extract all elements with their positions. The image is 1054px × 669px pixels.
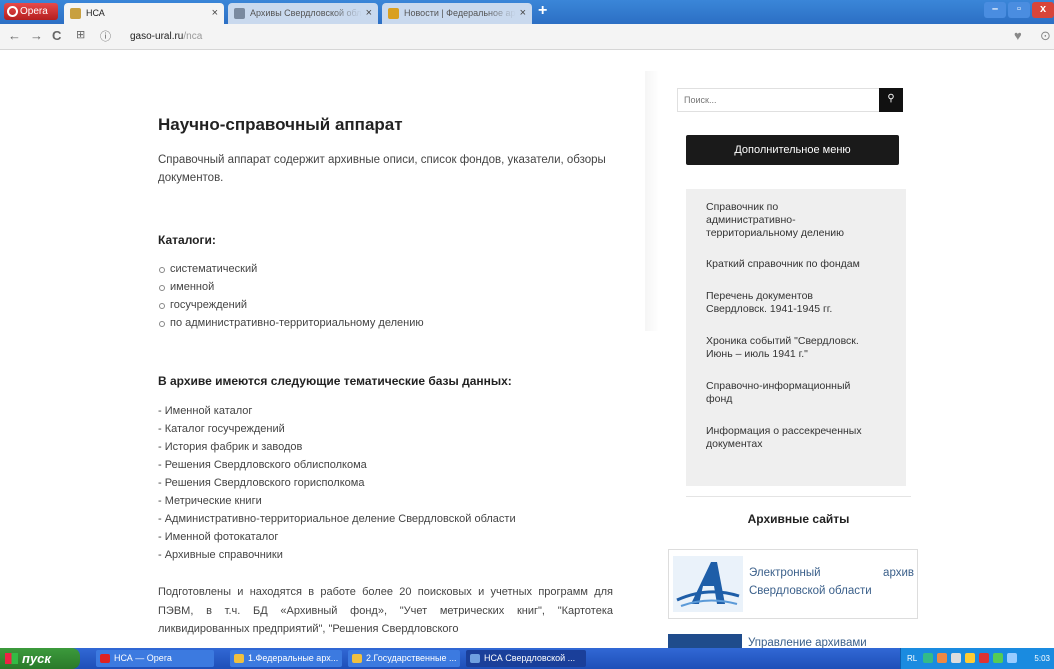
browser-tab-bar: Opera НСА × Архивы Свердловской обл × Но… [0, 0, 1054, 24]
search-button[interactable]: ⚲ [879, 88, 903, 112]
url-field[interactable]: gaso-ural.ru/nca [130, 28, 1020, 46]
taskbar-item-label: НСА — Opera [114, 653, 172, 663]
opera-menu-label: Opera [20, 6, 48, 17]
language-indicator[interactable]: RL [907, 648, 917, 669]
clock: 5:03 [1034, 654, 1050, 663]
web-page: Научно-справочный аппарат Справочный апп… [0, 51, 1054, 648]
taskbar-item-label: 2.Государственные ... [366, 653, 457, 663]
content-shadow [645, 71, 659, 331]
databases-heading: В архиве имеются следующие тематические … [158, 374, 512, 388]
catalog-item[interactable]: госучреждений [158, 296, 424, 314]
tray-app-icon[interactable] [937, 653, 947, 663]
opera-app-icon [100, 654, 110, 663]
database-item: - Именной фотокаталог [158, 531, 279, 543]
electronic-archive-logo-icon [673, 556, 743, 612]
close-tab-icon[interactable]: × [366, 3, 372, 23]
windows-logo-icon [5, 653, 18, 664]
new-tab-button[interactable]: + [538, 2, 547, 20]
archive-favicon-icon [70, 8, 81, 19]
system-tray: RL 5:03 [900, 648, 1054, 669]
sidebar-link-chronicle[interactable]: Хроника событий "Свердловск. Июнь – июль… [706, 335, 886, 361]
search-input[interactable] [677, 88, 880, 112]
sidebar-link-info-fund[interactable]: Справочно-информационный фонд [706, 380, 876, 406]
address-bar: ← → C ⊞ ⓘ gaso-ural.ru/nca ♥ ⊙ [0, 24, 1054, 50]
extra-menu-button[interactable]: Дополнительное меню [686, 135, 899, 165]
folder-icon [352, 654, 362, 663]
tab-archives-sverdlovsk[interactable]: Архивы Свердловской обл × [228, 3, 378, 24]
banner-text: Управление архивами [748, 637, 867, 648]
database-item: - Каталог госучреждений [158, 423, 285, 435]
database-item: - Решения Свердловского облисполкома [158, 459, 367, 471]
database-item: - Именной каталог [158, 405, 253, 417]
sidebar-link-funds-guide[interactable]: Краткий справочник по фондам [706, 258, 906, 271]
taskbar-item-opera[interactable]: НСА — Opera [96, 650, 214, 667]
database-item: - Метрические книги [158, 495, 262, 507]
database-item: - Архивные справочники [158, 549, 283, 561]
start-button[interactable]: пуск [0, 648, 80, 669]
minimize-button[interactable]: – [984, 2, 1006, 18]
catalogs-list: систематический именной госучреждений по… [158, 260, 424, 332]
maximize-button[interactable]: ▫ [1008, 2, 1030, 18]
tray-app-icon[interactable] [965, 653, 975, 663]
catalog-item[interactable]: именной [158, 278, 424, 296]
folder-icon [234, 654, 244, 663]
close-tab-icon[interactable]: × [520, 3, 526, 23]
network-icon[interactable] [923, 653, 933, 663]
news-favicon-icon [388, 8, 399, 19]
heart-bookmark-icon[interactable]: ♥ [1014, 28, 1022, 43]
archive-sites-heading: Архивные сайты [747, 512, 850, 526]
programs-paragraph: Подготовлены и находятся в работе более … [158, 586, 613, 635]
os-taskbar: пуск НСА — Opera 1.Федеральные арх... 2.… [0, 648, 1054, 669]
database-item: - История фабрик и заводов [158, 441, 303, 453]
databases-list: - Именной каталог - Каталог госучреждени… [158, 402, 516, 564]
catalog-item[interactable]: систематический [158, 260, 424, 278]
page-favicon-icon [234, 8, 245, 19]
start-label: пуск [22, 651, 51, 666]
tab-title: НСА [86, 8, 105, 18]
sidebar-divider [686, 496, 911, 497]
page-title: Научно-справочный аппарат [158, 115, 403, 134]
tray-app-icon[interactable] [993, 653, 1003, 663]
sidebar-link-admin-division[interactable]: Справочник по административно-территориа… [706, 201, 856, 240]
database-item: - Административно-территориальное делени… [158, 513, 516, 525]
tab-news-federal[interactable]: Новости | Федеральное ар × [382, 3, 532, 24]
close-tab-icon[interactable]: × [212, 3, 218, 23]
catalogs-heading: Каталоги: [158, 233, 216, 247]
antivirus-icon[interactable] [979, 653, 989, 663]
close-window-button[interactable]: x [1032, 2, 1054, 18]
taskbar-item-label: НСА Свердловской ... [484, 653, 576, 663]
reload-icon[interactable]: C [52, 28, 61, 43]
archives-management-banner[interactable]: Управление архивами [668, 631, 918, 648]
site-info-icon[interactable]: ⓘ [100, 28, 111, 44]
electronic-archive-banner[interactable]: Электронный архив Свердловской области [668, 549, 918, 619]
sidebar-link-documents-1941[interactable]: Перечень документов Свердловск. 1941-194… [706, 290, 856, 316]
opera-logo-icon [7, 6, 18, 17]
speed-dial-grid-icon[interactable]: ⊞ [76, 28, 85, 41]
url-path: /nca [183, 31, 203, 42]
taskbar-item-label: 1.Федеральные арх... [248, 653, 339, 663]
forward-arrow-icon[interactable]: → [30, 28, 43, 43]
taskbar-item-folder-2[interactable]: 2.Государственные ... [348, 650, 460, 667]
intro-text: Справочный аппарат содержит архивные опи… [158, 154, 606, 184]
sidebar-links-panel: Справочник по административно-территориа… [686, 189, 906, 486]
document-app-icon [470, 654, 480, 663]
search-icon: ⚲ [887, 93, 895, 104]
opera-menu-button[interactable]: Opera [4, 3, 58, 20]
sidebar-link-declassified[interactable]: Информация о рассекреченных документах [706, 425, 891, 451]
archives-management-logo-icon [668, 634, 742, 648]
taskbar-item-folder-1[interactable]: 1.Федеральные арх... [230, 650, 342, 667]
taskbar-item-document[interactable]: НСА Свердловской ... [466, 650, 586, 667]
back-arrow-icon[interactable]: ← [8, 28, 21, 43]
url-domain: gaso-ural.ru [130, 31, 184, 42]
banner-text: Электронный архив Свердловской области [749, 567, 914, 597]
catalog-item[interactable]: по административно-территориальному деле… [158, 314, 424, 332]
extension-icon[interactable]: ⊙ [1040, 28, 1051, 44]
volume-icon[interactable] [951, 653, 961, 663]
tab-nca[interactable]: НСА × [64, 3, 224, 24]
tray-app-icon[interactable] [1007, 653, 1017, 663]
database-item: - Решения Свердловского горисполкома [158, 477, 365, 489]
